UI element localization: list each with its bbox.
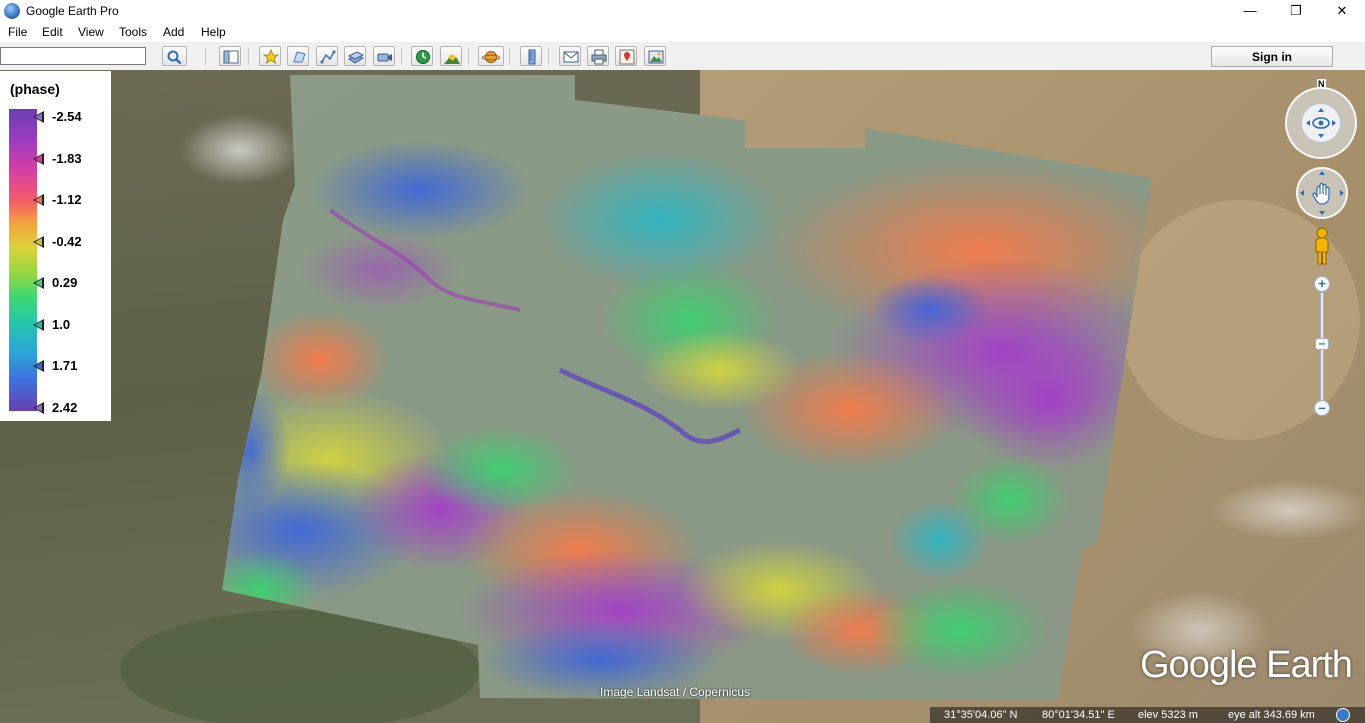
- pegman-icon: [1315, 227, 1329, 265]
- legend-tick-label: 2.42: [52, 399, 78, 415]
- elevation-readout: elev 5323 m: [1138, 709, 1198, 721]
- save-image-button[interactable]: [644, 46, 666, 66]
- loading-indicator-icon: [1336, 708, 1350, 722]
- latitude-readout: 31°35'04.06" N: [944, 709, 1018, 721]
- legend-tick-label: 1.71: [52, 358, 78, 373]
- sidebar-toggle-icon: [223, 50, 239, 64]
- zoom-slider[interactable]: + – –: [1312, 276, 1332, 418]
- close-button[interactable]: ✕: [1319, 0, 1365, 22]
- email-button[interactable]: [559, 46, 581, 66]
- google-earth-watermark: Google Earth: [1140, 644, 1353, 686]
- print-icon: [591, 49, 607, 65]
- search-button[interactable]: [162, 46, 187, 66]
- legend-tick-marker: [33, 401, 44, 414]
- street-view-pegman[interactable]: [1310, 226, 1334, 268]
- tour-icon: [377, 53, 392, 62]
- ruler-icon: [528, 49, 536, 65]
- print-button[interactable]: [587, 46, 609, 66]
- longitude-readout: 80°01'34.51" E: [1042, 709, 1115, 721]
- historical-imagery-button[interactable]: [411, 46, 433, 66]
- window-title: Google Earth Pro: [26, 4, 119, 18]
- sign-in-button[interactable]: Sign in: [1211, 46, 1333, 67]
- view-in-google-maps-button[interactable]: [615, 46, 637, 66]
- toolbar-separator: [548, 48, 549, 65]
- eye-altitude-readout: eye alt 343.69 km: [1228, 709, 1315, 721]
- polygon-icon: [293, 51, 306, 63]
- menu-view[interactable]: View: [78, 25, 104, 39]
- email-icon: [563, 51, 579, 63]
- zoom-out-button[interactable]: –: [1314, 400, 1330, 416]
- legend-tick-marker: [33, 360, 44, 372]
- overlay-icon: [348, 51, 364, 64]
- legend-tick-marker: [33, 277, 44, 289]
- sunlight-icon: [444, 54, 460, 64]
- historical-imagery-icon: [416, 50, 430, 64]
- maximize-button[interactable]: ❐: [1273, 0, 1319, 22]
- legend-tick-marker: [33, 111, 44, 123]
- minimize-button[interactable]: —: [1227, 0, 1273, 22]
- toolbar-separator: [248, 48, 249, 65]
- title-bar: Google Earth Pro — ❐ ✕: [0, 0, 1365, 22]
- menu-add[interactable]: Add: [163, 25, 184, 39]
- hand-pan-icon: [1300, 171, 1344, 215]
- legend-tick-label: -1.12: [52, 192, 82, 207]
- toolbar-separator: [468, 48, 469, 65]
- add-placemark-button[interactable]: [259, 46, 281, 66]
- sunlight-button[interactable]: [440, 46, 462, 66]
- toolbar-separator: [509, 48, 510, 65]
- add-image-overlay-button[interactable]: [344, 46, 366, 66]
- menu-help[interactable]: Help: [201, 25, 226, 39]
- status-bar: 31°35'04.06" N 80°01'34.51" E elev 5323 …: [930, 707, 1365, 723]
- toolbar-separator: [401, 48, 402, 65]
- add-polygon-button[interactable]: [287, 46, 309, 66]
- record-tour-button[interactable]: [373, 46, 395, 66]
- legend-tick-label: 0.29: [52, 275, 78, 290]
- sidebar-toggle-button[interactable]: [219, 46, 241, 66]
- look-joystick[interactable]: [1301, 103, 1341, 143]
- eye-icon: [1306, 108, 1336, 138]
- legend-tick-marker: [33, 318, 44, 331]
- add-path-button[interactable]: [316, 46, 338, 66]
- imagery-attribution: Image Landsat / Copernicus: [600, 685, 751, 699]
- menu-edit[interactable]: Edit: [42, 25, 63, 39]
- legend-tick-label: -0.42: [52, 233, 82, 249]
- search-icon: [167, 50, 182, 65]
- legend-tick-label: -2.54: [52, 109, 82, 124]
- zoom-in-button[interactable]: +: [1314, 276, 1330, 292]
- menu-file[interactable]: File: [8, 25, 27, 39]
- ruler-button[interactable]: [520, 46, 542, 66]
- map-view[interactable]: [0, 70, 1365, 723]
- menu-tools[interactable]: Tools: [119, 25, 147, 39]
- legend-tick-marker: [33, 235, 44, 248]
- legend-tick-label: -1.83: [52, 150, 82, 166]
- zoom-handle[interactable]: –: [1315, 337, 1329, 350]
- toolbar-separator: [205, 48, 206, 65]
- google-earth-logo-icon: [4, 3, 20, 19]
- legend-tick-label: 1.0: [52, 316, 71, 332]
- legend-tick-marker: [33, 152, 44, 165]
- menu-bar: File Edit View Tools Add Help: [0, 22, 1365, 42]
- save-image-icon: [648, 50, 664, 64]
- look-control[interactable]: N: [1283, 79, 1361, 159]
- satellite-terrain-imagery: [0, 70, 1365, 723]
- phase-legend: (phase) -2.54 -1.83 -1.12 -0.42 0.29 1.0 1.71 2…: [0, 71, 111, 421]
- google-maps-icon: [619, 49, 635, 65]
- move-control[interactable]: [1296, 167, 1348, 219]
- planet-switch-button[interactable]: [478, 46, 504, 66]
- path-icon: [320, 50, 336, 64]
- toolbar: Sign in: [0, 42, 1365, 71]
- placemark-icon: [263, 49, 279, 64]
- planet-icon: [482, 51, 500, 63]
- search-input[interactable]: [0, 47, 146, 65]
- legend-title: (phase): [10, 81, 60, 97]
- legend-tick-marker: [33, 194, 44, 206]
